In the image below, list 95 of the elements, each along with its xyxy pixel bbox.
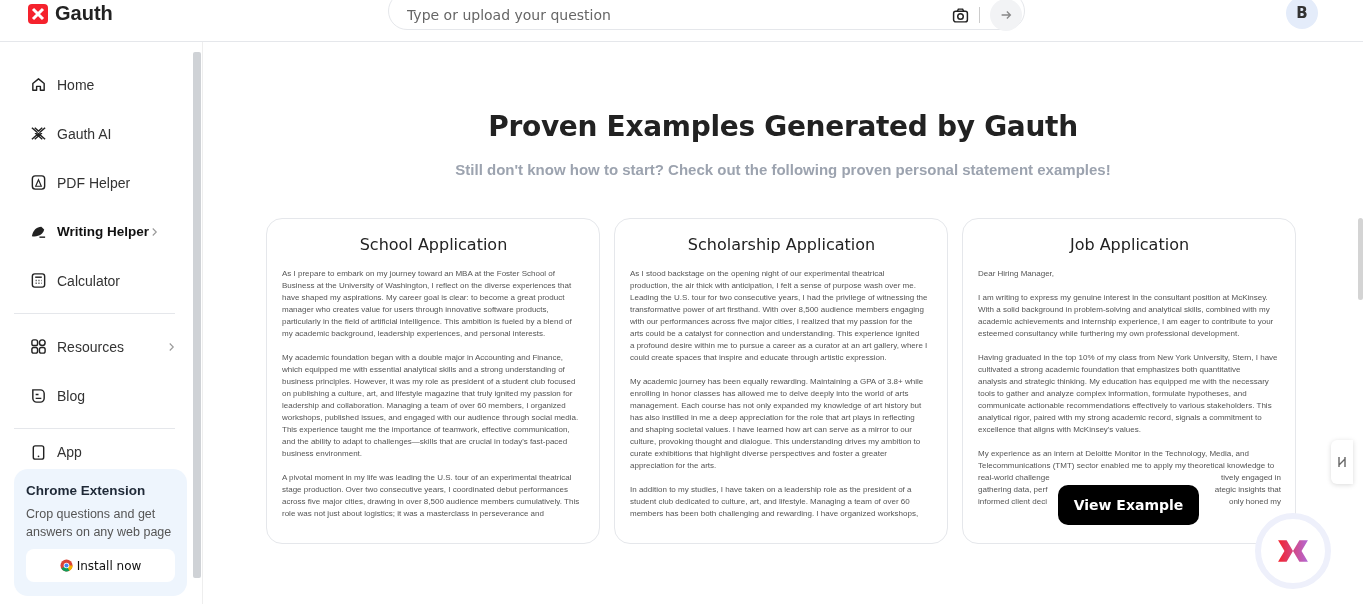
document-icon <box>30 174 47 191</box>
essay-line: with our performances across five major cities, I realized that my passion for the <box>630 316 913 328</box>
scrollbar[interactable] <box>1358 218 1363 300</box>
essay-line: With a solid background in problem-solving and analytical skills, combined with my <box>978 304 1270 316</box>
essay-line: A pivotal moment in my life was leading the U.S. tour of an experimental theatrical <box>282 472 572 484</box>
sidebar-item[interactable]: Blog <box>14 371 187 420</box>
essay-line: student club dedicated to culture, art, and lifestyle. Managing a team of over 60 <box>630 496 910 508</box>
essay-line: Having graduated in the top 10% of my class from New York University, Stern, I have <box>978 352 1278 364</box>
promo-text: Crop questions and get answers on any web page <box>26 506 173 541</box>
essay-line: management. Each course has not only expanded my knowledge of art history but <box>630 400 922 412</box>
essay-line: communicate actionable recommendations effectively to various stakeholders. This <box>978 400 1272 412</box>
essay-line: informed client deci <box>978 496 1047 508</box>
essay-line: particularly in the field of artificial intelligence. This ambition is fueled by a blend of <box>282 316 572 328</box>
essay-line: This experience taught me the importance of teamwork, effective communication, <box>282 424 570 436</box>
essay-line: business principles. However, it was my role as president of a student club focused <box>282 376 576 388</box>
essay-line: my academic background, leadership experiences, and personal interests. <box>282 328 546 340</box>
grid-icon <box>30 338 47 355</box>
scrollbar[interactable] <box>193 52 201 578</box>
essay-line: Dear Hiring Manager, <box>978 268 1055 280</box>
essay-line: have shaped my aspirations. My career goal is clear: to become a great product <box>282 292 565 304</box>
sidebar-item[interactable]: Writing Helper <box>14 207 187 256</box>
document-icon <box>30 387 47 404</box>
sidebar-item[interactable]: PDF Helper <box>14 158 187 207</box>
essay-line: analytical rigor, paired with my strong academic record, signals a commitment to <box>978 412 1262 424</box>
essay-line: As I prepare to embark on my journey toward an MBA at the Foster School of <box>282 268 556 280</box>
promo-title: Chrome Extension <box>26 483 147 498</box>
search-input[interactable]: Type or upload your question <box>405 0 952 24</box>
sidebar-item[interactable]: Calculator <box>14 256 187 305</box>
essay-line: esteemed consultancy while furthering my own professional development. <box>978 328 1240 340</box>
essay-line: could create spaces that inspire and educate through artistic expression. <box>630 352 887 364</box>
section-title: Proven Examples Generated by Gauth <box>488 110 1078 143</box>
view-example-button[interactable]: View Example <box>1058 485 1199 525</box>
section-subtitle: Still don't know how to start? Check out the following proven personal statement examples! <box>455 161 1111 178</box>
card-title: Job Application <box>1069 235 1190 254</box>
sidebar-item[interactable]: Gauth AI <box>14 109 187 158</box>
essay-line: I am writing to express my genuine interest in the consultant position at McKinsey. <box>978 292 1268 304</box>
calculator-icon <box>30 272 47 289</box>
essay-line: My academic journey has been equally rewarding. Maintaining a GPA of 3.8+ while <box>630 376 924 388</box>
essay-line: leadership and collaboration. Managing a team of over 60 members, I organized <box>282 400 566 412</box>
install-button[interactable]: Install now <box>26 549 175 582</box>
essay-line: analysis and strategic thinking. My education has equipped me with the necessary <box>978 376 1269 388</box>
essay-line: academic achievements and internship experience, I am eager to contribute to your <box>978 316 1274 328</box>
arrow-icon <box>999 8 1013 22</box>
essay-line: gathering data, perf <box>978 484 1048 496</box>
essay-line: Business at the University of Washington, I reflect on the diverse experiences that <box>282 280 572 292</box>
essay-line: My academic foundation began with a double major in Accounting and Finance, <box>282 352 564 364</box>
essay-line: manager who creates value for users through innovative software products, <box>282 304 549 316</box>
essay-line: curate exhibitions that highlight diverse perspectives and foster a greater <box>630 448 888 460</box>
sidebar-item[interactable]: App <box>14 437 187 467</box>
essay-line: As I stood backstage on the opening night of our experimental theatrical <box>630 268 885 280</box>
essay-line: business environment. <box>282 448 363 460</box>
sidebar-item[interactable]: Resources <box>14 322 187 371</box>
essay-line: and shaping societal values. I have learned how art can serve as a mirror to our <box>630 424 912 436</box>
expand-icon <box>1337 454 1347 470</box>
essay-line: a profound desire within me to pursue a career as a curator at an art gallery, where I <box>630 340 928 352</box>
essay-line: cultivated a strong academic foundation that emphasizes both quantitative <box>978 364 1241 376</box>
home-icon <box>30 76 47 93</box>
essay-line: has also instilled in me a deep appreciation for the role that art plays in reflecting <box>630 412 915 424</box>
essay-line: appreciation for the arts. <box>630 460 717 472</box>
brand-name: Gauth <box>55 2 113 25</box>
essay-line: Leading the U.S. tour for two consecutive years, I had the privilege of witnessing the <box>630 292 928 304</box>
essay-line: stage production. Over two consecutive years, I coordinated debut performances <box>282 484 568 496</box>
essay-line: and the ability to adapt to challenges—skills that are crucial in today's fast-paced <box>282 436 568 448</box>
sidebar-item[interactable]: Home <box>14 60 187 109</box>
essay-line: real-world challenge <box>978 472 1050 484</box>
essay-line: excellence that aligns with McKinsey's values. <box>978 424 1141 436</box>
essay-line: production, the air thick with anticipation, I felt a sense of purpose wash over me. <box>630 280 916 292</box>
side-tab[interactable] <box>1331 440 1353 484</box>
submit-button[interactable] <box>990 0 1022 31</box>
x-logo-icon <box>30 125 47 142</box>
essay-line: workshops, published issues, and engaged with our audience through social media. <box>282 412 579 424</box>
essay-line: transformative power of art firsthand. With over 8,500 audience members engaging <box>630 304 924 316</box>
essay-line: tools to gather and analyze complex information, formulate hypotheses, and <box>978 388 1247 400</box>
logo-icon <box>28 3 48 24</box>
camera-icon[interactable] <box>952 6 969 24</box>
essay-line: which equipped me with essential analytical skills and a strong understanding of <box>282 364 565 376</box>
essay-line: culture, provoking thought and dialogue. This understanding drives my ambition to <box>630 436 921 448</box>
essay-line: arts could be a catalyst for connection and understanding. This experience ignited <box>630 328 920 340</box>
user-avatar[interactable]: B <box>1286 0 1318 29</box>
essay-line: Telecommunications (TMT) sector enabled me to apply my theoretical knowledge to <box>978 460 1275 472</box>
essay-line: only honed my <box>1228 496 1281 508</box>
essay-line: My experience as an intern at Deloitte Monitor in the Technology, Media, and <box>978 448 1249 460</box>
essay-line: role was not just about logistics; it was a masterclass in perseverance and <box>282 508 544 520</box>
essay-line: on publishing a culture, art, and lifestyle magazine that truly ignited my passion for <box>282 388 573 400</box>
phone-icon <box>30 443 47 461</box>
card-title: School Application <box>359 235 508 254</box>
essay-line: tively engaged in <box>1220 472 1281 484</box>
browser-logo-icon <box>59 559 73 572</box>
essay-line: enrolling in honor classes has allowed me to delve deeply into the world of arts <box>630 388 909 400</box>
essay-line: In addition to my studies, I have taken on a leadership role as the president of a <box>630 484 912 496</box>
essay-line: across five major cities, drawing in over 8,500 audience members cumulatively. This <box>282 496 580 508</box>
essay-line: ategic insights that <box>1214 484 1281 496</box>
card-title: Scholarship Application <box>687 235 876 254</box>
logo-icon <box>1277 538 1309 564</box>
essay-line: members has been both challenging and rewarding. I have organized workshops, <box>630 508 919 520</box>
